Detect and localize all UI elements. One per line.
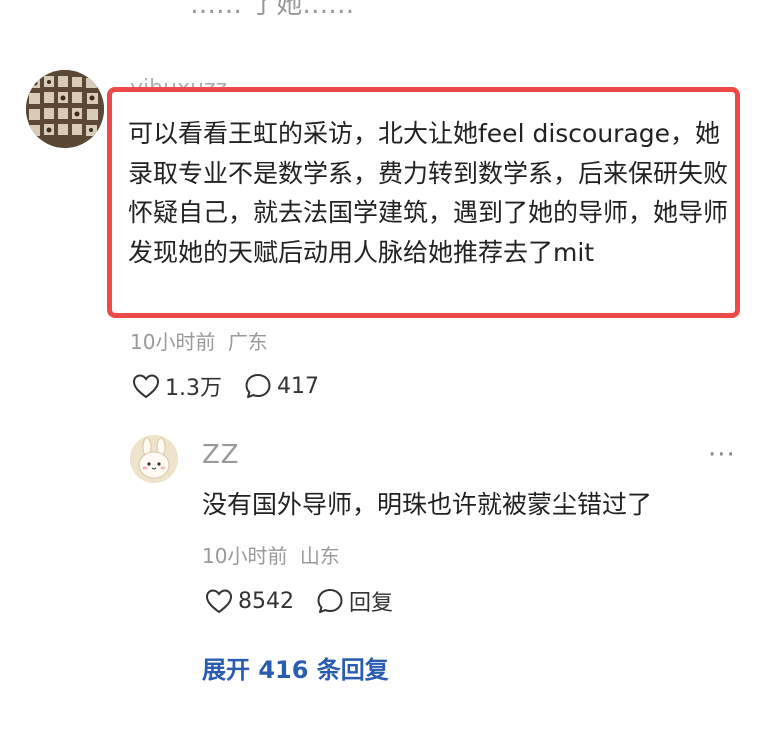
previous-content-fragment: …… 了她…… xyxy=(190,0,355,20)
comment-time: 10小时前 xyxy=(130,330,216,354)
avatar[interactable] xyxy=(26,70,104,148)
reply-button-label: 回复 xyxy=(349,591,394,616)
reply-like-count: 8542 xyxy=(238,588,294,614)
like-count: 1.3万 xyxy=(165,376,222,401)
reply-text: 没有国外导师，明珠也许就被蒙尘错过了 xyxy=(202,490,653,519)
reply-avatar[interactable] xyxy=(130,435,178,483)
reply-meta: 10小时前 山东 xyxy=(202,540,340,569)
comment-actions: 1.3万 417 xyxy=(132,370,319,402)
comment-text: 可以看看王虹的采访，北大让她feel discourage，她录取专业不是数学系… xyxy=(128,119,729,267)
comment-meta: 10小时前 广东 xyxy=(130,326,268,355)
more-options-button[interactable]: ··· xyxy=(708,440,736,470)
reply-time: 10小时前 xyxy=(202,544,288,568)
reply-button[interactable]: 回复 xyxy=(316,585,393,617)
comment-count: 417 xyxy=(277,373,319,399)
comment-location: 广东 xyxy=(227,330,268,354)
bunny-avatar-image xyxy=(130,435,178,483)
avatar-image xyxy=(26,70,104,148)
reply-actions: 8542 回复 xyxy=(205,585,393,617)
reply-username[interactable]: ZZ xyxy=(202,440,240,470)
comment-icon xyxy=(245,374,271,398)
reply-location: 山东 xyxy=(299,544,340,568)
expand-replies-link[interactable]: 展开 416 条回复 xyxy=(202,650,389,685)
comment-icon xyxy=(317,589,343,613)
like-button[interactable]: 1.3万 xyxy=(132,370,222,402)
reply-like-button[interactable]: 8542 xyxy=(205,588,294,614)
heart-icon xyxy=(132,374,160,399)
heart-icon xyxy=(205,589,233,614)
comment-thread: …… 了她…… yihuxuzz 可以看看王虹的采访，北大让她feel disc… xyxy=(0,0,776,730)
comment-button[interactable]: 417 xyxy=(244,372,319,400)
